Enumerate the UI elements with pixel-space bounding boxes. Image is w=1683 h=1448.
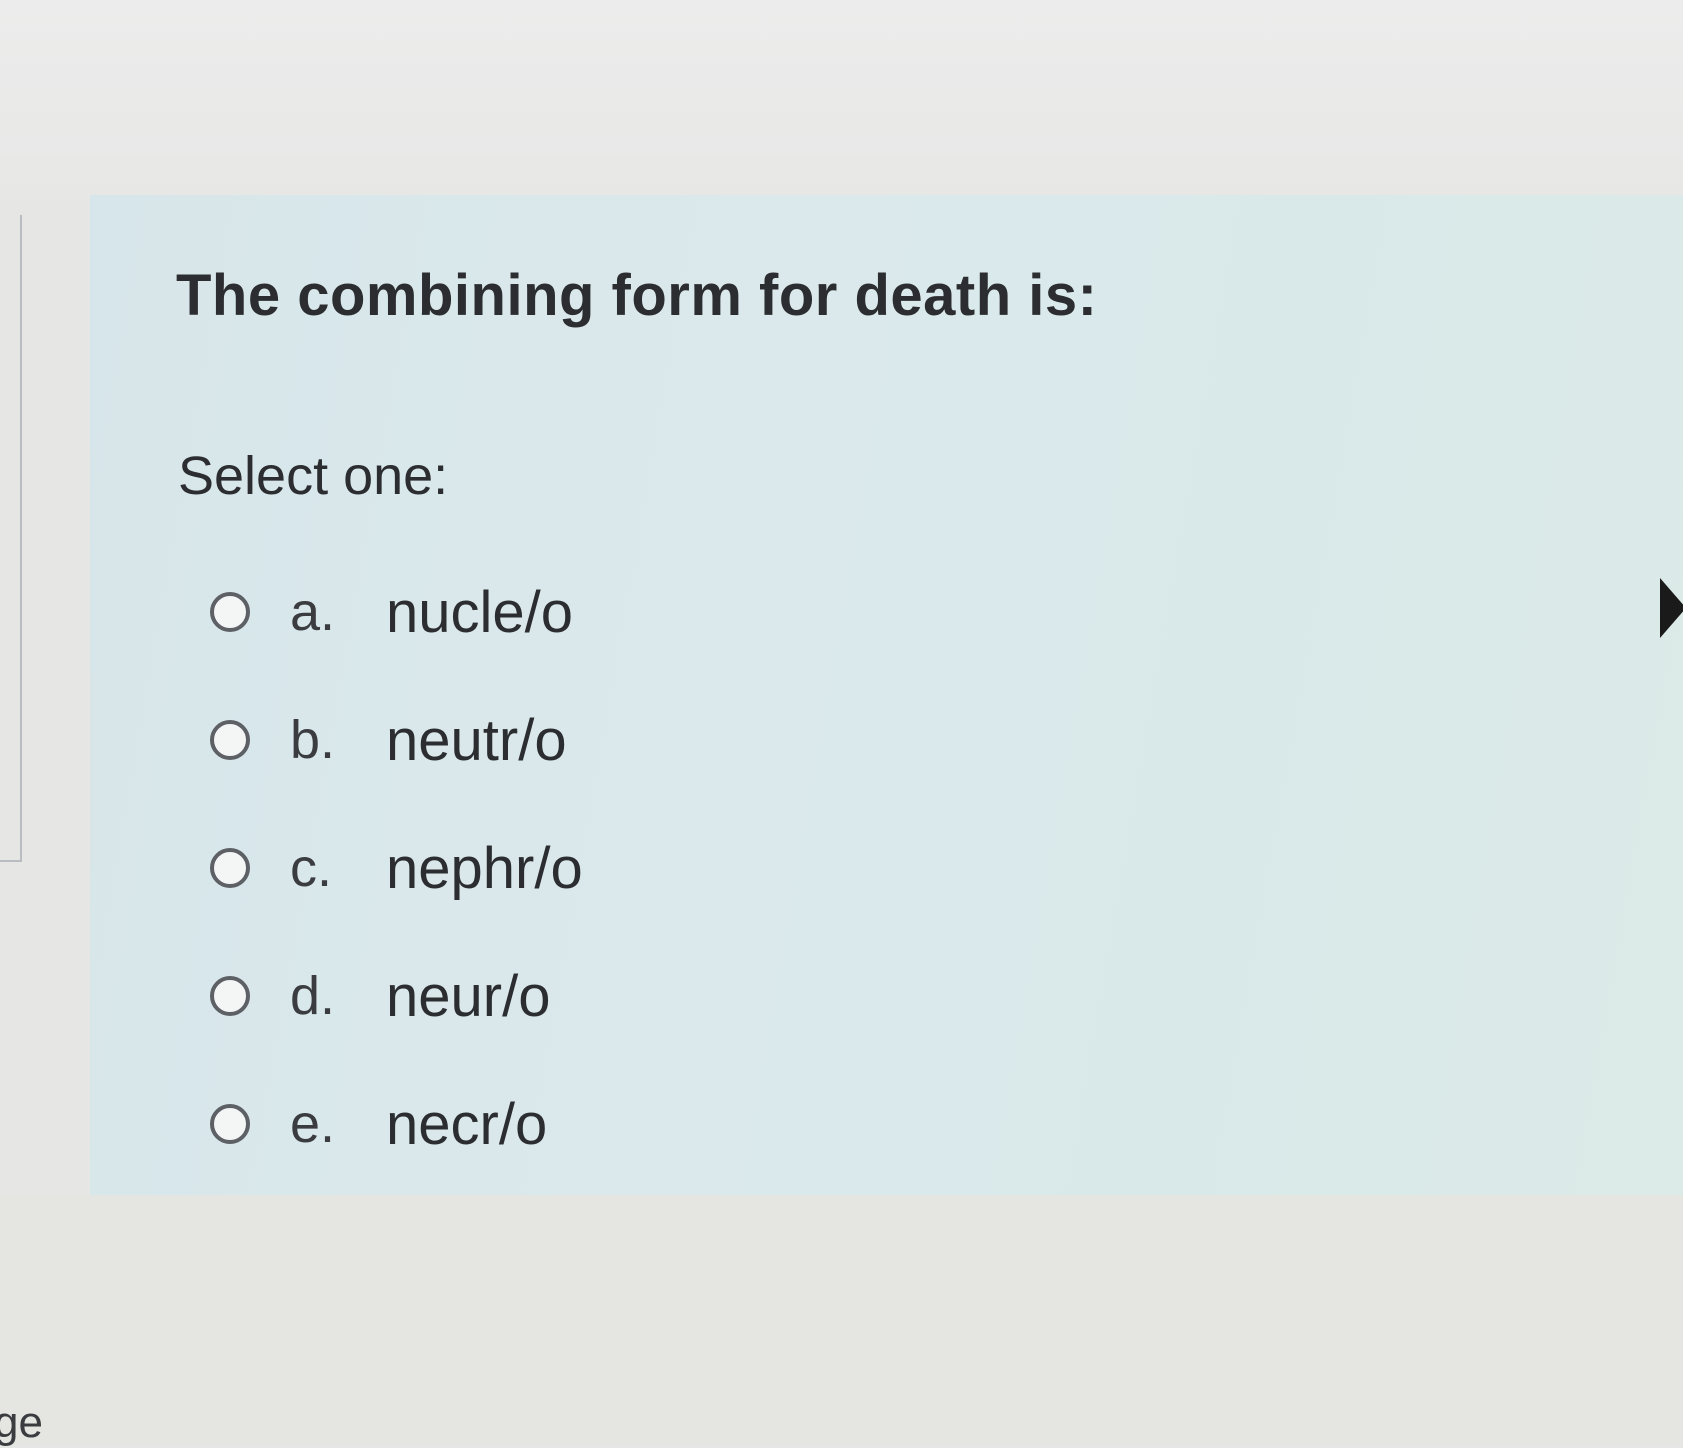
option-letter: d. [290,966,336,1026]
radio-unchecked-icon[interactable] [210,848,250,888]
radio-unchecked-icon[interactable] [210,1104,250,1144]
footer-text-fragment: ge [0,1398,43,1447]
mouse-cursor-icon [1660,578,1683,638]
option-letter: a. [290,582,336,642]
radio-unchecked-icon[interactable] [210,592,250,632]
question-text: The combining form for death is: [176,263,1098,328]
answer-options: a. nucle/o b. neutr/o c. nephr/o d. neur… [210,548,583,1188]
option-letter: e. [290,1094,336,1154]
select-one-prompt: Select one: [178,446,449,506]
answer-option-d[interactable]: d. neur/o [210,932,583,1060]
answer-option-a[interactable]: a. nucle/o [210,548,583,676]
option-letter: c. [290,838,333,898]
page-bottom-area [0,1195,1683,1444]
option-label[interactable]: necr/o [386,1091,547,1158]
left-frame-border [0,215,22,862]
option-label[interactable]: neutr/o [386,707,567,774]
option-label[interactable]: neur/o [386,963,550,1030]
page-header-area [0,0,1683,200]
answer-option-e[interactable]: e. necr/o [210,1060,583,1188]
option-letter: b. [290,710,336,770]
option-label[interactable]: nucle/o [386,579,573,646]
radio-unchecked-icon[interactable] [210,976,250,1016]
answer-option-c[interactable]: c. nephr/o [210,804,583,932]
option-label[interactable]: nephr/o [386,835,583,902]
answer-option-b[interactable]: b. neutr/o [210,676,583,804]
radio-unchecked-icon[interactable] [210,720,250,760]
